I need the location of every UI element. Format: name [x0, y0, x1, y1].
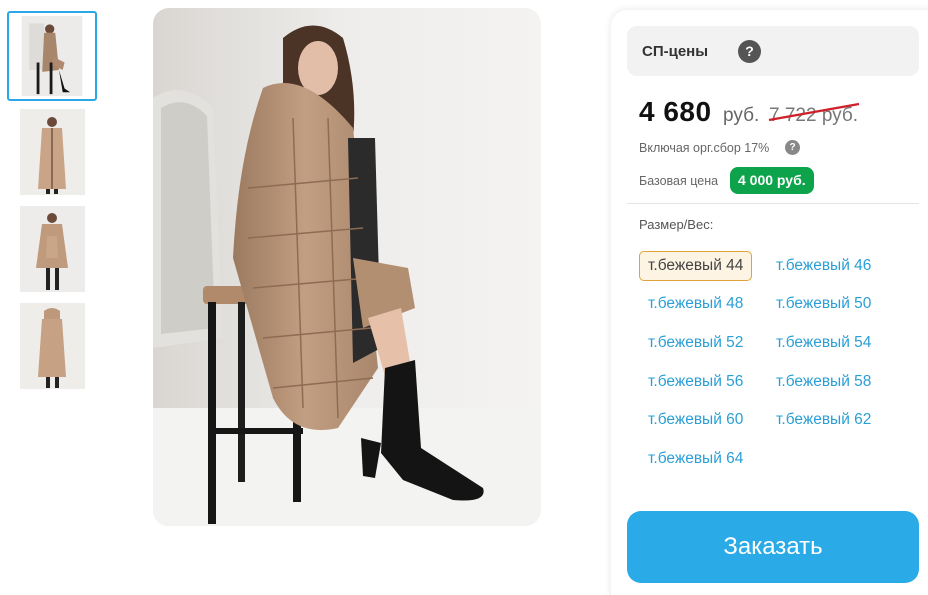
sp-price-header: СП-цены ? [627, 26, 919, 76]
order-button[interactable]: Заказать [627, 511, 919, 583]
size-option[interactable]: т.бежевый 48 [639, 289, 752, 319]
thumbnail-2-image [20, 109, 85, 195]
thumbnail-3-image [20, 206, 85, 292]
size-option[interactable]: т.бежевый 64 [639, 444, 752, 474]
base-price-label: Базовая цена [639, 174, 719, 188]
strikethrough-line [768, 102, 860, 122]
size-label: Размер/Вес: [639, 217, 714, 232]
base-price-badge: 4 000 руб. [730, 167, 814, 194]
thumbnail-4[interactable] [20, 303, 85, 389]
size-option[interactable]: т.бежевый 52 [639, 328, 752, 358]
size-option[interactable]: т.бежевый 50 [767, 289, 880, 319]
size-option[interactable]: т.бежевый 46 [767, 251, 880, 281]
help-icon-small[interactable]: ? [785, 140, 800, 155]
size-option[interactable]: т.бежевый 54 [767, 328, 880, 358]
size-option[interactable]: т.бежевый 62 [767, 405, 880, 435]
thumbnail-1[interactable] [7, 11, 97, 101]
current-price: 4 680 [639, 96, 712, 127]
price-currency: руб. [723, 105, 760, 126]
product-photo-image [153, 8, 541, 526]
price-panel: СП-цены ? 4 680 руб. 7 722 руб. Включая … [611, 10, 928, 595]
divider [627, 203, 919, 204]
thumbnail-4-image [20, 303, 85, 389]
help-icon[interactable]: ? [738, 40, 761, 63]
size-option[interactable]: т.бежевый 44 [639, 251, 753, 281]
thumbnail-1-image [21, 16, 83, 96]
thumbnail-2[interactable] [20, 109, 85, 195]
product-photo[interactable] [153, 8, 541, 526]
thumbnail-3[interactable] [20, 206, 85, 292]
size-option[interactable]: т.бежевый 56 [639, 367, 752, 397]
size-option[interactable]: т.бежевый 58 [767, 367, 880, 397]
fee-note: Включая орг.сбор 17% [639, 141, 770, 155]
size-option[interactable]: т.бежевый 60 [639, 405, 752, 435]
sp-price-title: СП-цены [642, 43, 709, 60]
